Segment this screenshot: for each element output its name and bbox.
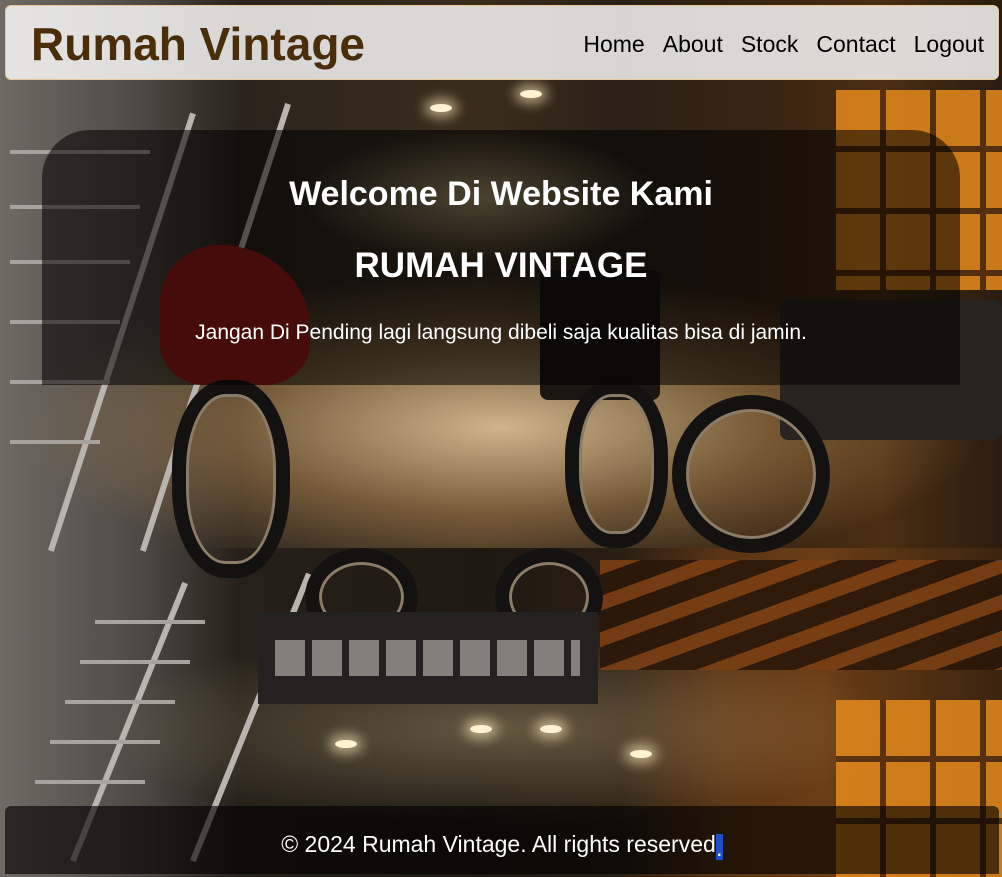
mezzanine [600,560,1002,670]
hero-title: Welcome Di Website Kami [289,175,713,213]
stair-step [35,780,145,784]
nav-about-link[interactable]: About [663,30,723,58]
stair-step [65,700,175,704]
footer-copyright: © 2024 Rumah Vintage. All rights reserve… [5,830,999,861]
ceiling-light [470,725,492,733]
site-logo[interactable]: Rumah Vintage [31,18,365,70]
text-caret-selection: . [715,834,723,861]
hero-subtitle: RUMAH VINTAGE [354,246,648,285]
main-nav: Home About Stock Contact Logout [583,30,984,58]
motorcycle-wheel [672,395,830,553]
ceiling-light [540,725,562,733]
footer-copyright-text: © 2024 Rumah Vintage. All rights reserve… [281,831,716,857]
nav-logout-link[interactable]: Logout [914,30,984,58]
stair-step [10,440,100,444]
stair-step [80,660,190,664]
hero-banner: Welcome Di Website Kami RUMAH VINTAGE Ja… [42,130,960,385]
nav-stock-link[interactable]: Stock [741,30,799,58]
nav-home-link[interactable]: Home [583,30,644,58]
motorcycle-wheel [172,380,290,578]
stair-step [95,620,205,624]
site-header: Rumah Vintage Home About Stock Contact L… [5,5,999,80]
ceiling-light [630,750,652,758]
stair-step [50,740,160,744]
revival-sign-letters [275,640,580,676]
ceiling-light [520,90,542,98]
site-footer: © 2024 Rumah Vintage. All rights reserve… [5,806,999,874]
nav-contact-link[interactable]: Contact [816,30,895,58]
motorcycle-wheel [565,380,668,548]
ceiling-light [430,104,452,112]
hero-tagline: Jangan Di Pending lagi langsung dibeli s… [195,321,807,344]
ceiling-light [335,740,357,748]
